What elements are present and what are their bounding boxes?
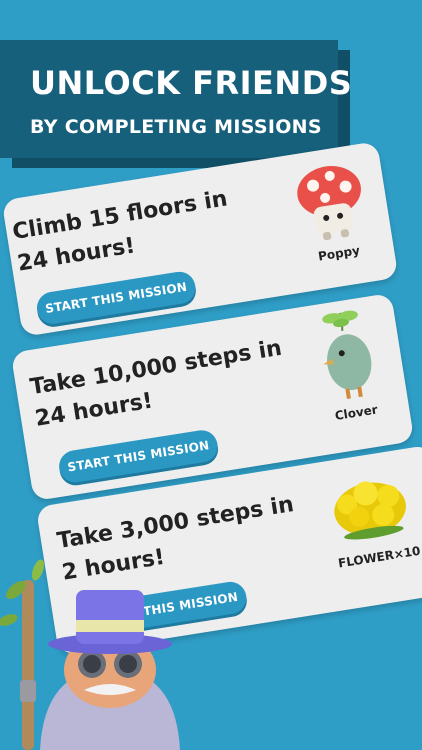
start-mission-button[interactable]: START THIS MISSION [56,428,220,485]
flower-bush-icon [334,481,406,540]
mission-description: Climb 15 floors in 24 hours! [10,186,230,277]
mission-description: Take 10,000 steps in 24 hours! [28,335,284,432]
header-banner: UNLOCK FRIENDS BY COMPLETING MISSIONS [0,40,352,158]
start-mission-button[interactable]: START THIS MISSION [34,269,198,327]
header-subtitle: BY COMPLETING MISSIONS [30,116,322,138]
mushroom-character-icon [297,166,361,241]
reward-name: Poppy [317,243,361,264]
header-title: UNLOCK FRIENDS [30,64,353,102]
mascot-character-icon [0,559,180,750]
reward-name: FLOWER×10 [337,543,422,571]
bird-character-icon [322,310,372,399]
